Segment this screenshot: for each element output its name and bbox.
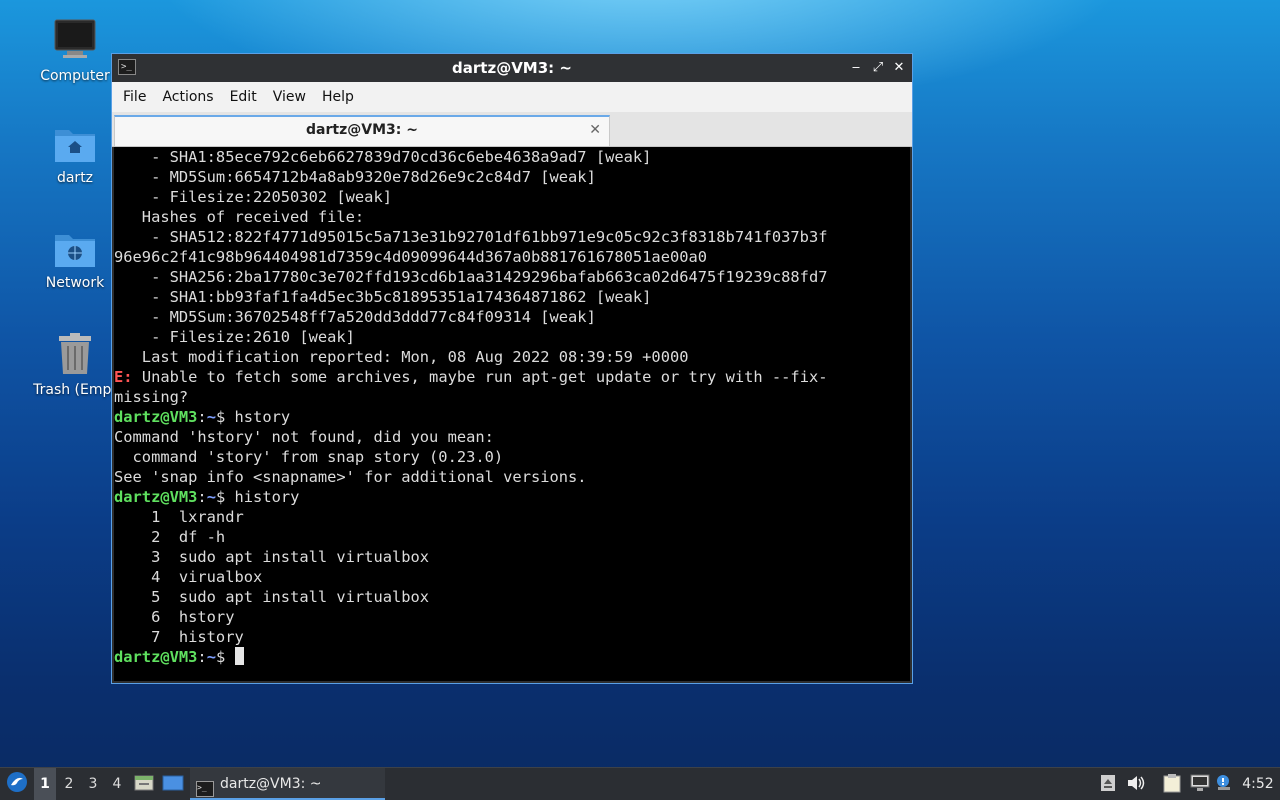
- terminal-line: - Filesize:22050302 [weak]: [114, 188, 392, 206]
- menu-edit[interactable]: Edit: [223, 89, 264, 105]
- terminal-line: missing?: [114, 388, 189, 406]
- notification-button[interactable]: [1214, 768, 1234, 800]
- desktop-icon-home[interactable]: dartz: [25, 124, 125, 186]
- prompt-path: ~: [206, 648, 216, 666]
- tab-close-icon[interactable]: ✕: [589, 117, 601, 144]
- computer-icon: [54, 19, 96, 58]
- prompt-symbol: $: [215, 488, 226, 506]
- start-menu-button[interactable]: [2, 768, 32, 800]
- text-cursor: [234, 647, 244, 665]
- desktop-icon-network[interactable]: Network: [25, 229, 125, 291]
- terminal-window: >_ dartz@VM3: ~ ‒ ⤢ ✕ File Actions Edit …: [111, 53, 913, 684]
- workspace-3[interactable]: 3: [82, 768, 104, 800]
- volume-button[interactable]: [1124, 768, 1148, 800]
- desktop-icon-label: Network: [45, 275, 105, 291]
- prompt-path: ~: [206, 408, 216, 426]
- history-entry: 4 virualbox: [114, 568, 263, 586]
- menu-file[interactable]: File: [116, 89, 153, 105]
- info-notification-icon: [1217, 775, 1230, 790]
- desktop-icon-computer[interactable]: Computer: [25, 18, 125, 84]
- network-button[interactable]: [1188, 768, 1212, 800]
- terminal-line: - SHA256:2ba17780c3e702ffd193cd6b1aa3142…: [114, 268, 828, 286]
- trash-icon: [59, 333, 91, 374]
- desktop-icon: [162, 775, 184, 791]
- prompt-user: dartz@VM3: [114, 488, 198, 506]
- terminal-line: command 'story' from snap story (0.23.0): [114, 448, 504, 466]
- menu-bar: File Actions Edit View Help: [112, 82, 912, 112]
- file-manager-icon: [134, 775, 154, 791]
- tab-terminal[interactable]: dartz@VM3: ~ ✕: [114, 115, 610, 146]
- terminal-line: 96e96c2f41c98b964404981d7359c4d09099644d…: [114, 248, 708, 266]
- show-desktop-launcher[interactable]: [160, 768, 186, 800]
- terminal-line: - MD5Sum:6654712b4a8ab9320e78d26e9c2c84d…: [114, 168, 596, 186]
- prompt-line: dartz@VM3:~$ history: [114, 488, 300, 506]
- terminal-icon: >_: [118, 59, 136, 75]
- command-text: history: [225, 488, 300, 506]
- prompt-line: dartz@VM3:~$ hstory: [114, 408, 291, 426]
- terminal-line: - MD5Sum:36702548ff7a520dd3ddd77c84f0931…: [114, 308, 596, 326]
- menu-view[interactable]: View: [266, 89, 313, 105]
- error-line: E: Unable to fetch some archives, maybe …: [114, 367, 910, 387]
- desktop-icon-label: Computer: [40, 68, 110, 84]
- clipboard-icon: [1163, 774, 1181, 793]
- terminal-line: Hashes of received file:: [114, 208, 365, 226]
- minimize-button[interactable]: ‒: [846, 54, 866, 82]
- prompt-symbol: $: [215, 648, 226, 666]
- workspace-2[interactable]: 2: [58, 768, 80, 800]
- history-entry: 3 sudo apt install virtualbox: [114, 548, 430, 566]
- file-manager-launcher[interactable]: [132, 768, 156, 800]
- error-prefix: E:: [114, 368, 133, 386]
- terminal-line: - SHA1:85ece792c6eb6627839d70cd36c6ebe46…: [114, 148, 652, 166]
- clock[interactable]: 4:52: [1240, 768, 1276, 800]
- window-titlebar[interactable]: >_ dartz@VM3: ~ ‒ ⤢ ✕: [112, 54, 912, 82]
- workspace-1[interactable]: 1: [34, 768, 56, 800]
- history-entry: 7 history: [114, 628, 244, 646]
- prompt-user: dartz@VM3: [114, 648, 198, 666]
- network-monitor-icon: [1190, 774, 1210, 791]
- home-folder-icon: [55, 130, 95, 162]
- terminal-output[interactable]: - SHA1:85ece792c6eb6627839d70cd36c6ebe46…: [114, 147, 910, 681]
- close-button[interactable]: ✕: [889, 54, 909, 82]
- history-entry: 2 df -h: [114, 528, 226, 546]
- window-title: dartz@VM3: ~: [452, 59, 572, 77]
- terminal-line: - Filesize:2610 [weak]: [114, 328, 355, 346]
- menu-help[interactable]: Help: [315, 89, 361, 105]
- clipboard-button[interactable]: [1160, 768, 1184, 800]
- error-text: Unable to fetch some archives, maybe run…: [132, 368, 828, 386]
- eject-icon: [1101, 775, 1115, 791]
- speaker-icon: [1128, 776, 1145, 790]
- prompt-path: ~: [206, 488, 216, 506]
- maximize-button[interactable]: ⤢: [868, 54, 888, 82]
- command-text: hstory: [225, 408, 291, 426]
- tray-show-hidden[interactable]: [1098, 768, 1118, 800]
- terminal-line: See 'snap info <snapname>' for additiona…: [114, 468, 587, 486]
- terminal-icon: >_: [196, 781, 214, 797]
- terminal-line: - SHA512:822f4771d95015c5a713e31b92701df…: [114, 228, 828, 246]
- lubuntu-logo-icon: [7, 772, 27, 792]
- terminal-line: - SHA1:bb93faf1fa4d5ec3b5c81895351a17436…: [114, 288, 652, 306]
- terminal-line: Command 'hstory' not found, did you mean…: [114, 428, 494, 446]
- prompt-line: dartz@VM3:~$: [114, 647, 910, 667]
- task-label: dartz@VM3: ~: [220, 776, 322, 792]
- network-folder-icon: [55, 235, 95, 267]
- tab-bar: dartz@VM3: ~ ✕: [112, 112, 912, 147]
- history-entry: 5 sudo apt install virtualbox: [114, 588, 430, 606]
- taskbar-task-terminal[interactable]: >_ dartz@VM3: ~: [190, 768, 385, 800]
- history-entry: 6 hstory: [114, 608, 235, 626]
- terminal-line: Last modification reported: Mon, 08 Aug …: [114, 348, 689, 366]
- taskbar: 1 2 3 4 >_ dartz@VM3: ~ 4:52: [0, 767, 1280, 800]
- prompt-user: dartz@VM3: [114, 408, 198, 426]
- tab-label: dartz@VM3: ~: [306, 122, 418, 138]
- history-entry: 1 lxrandr: [114, 508, 244, 526]
- prompt-symbol: $: [215, 408, 226, 426]
- desktop-icon-label: dartz: [56, 170, 94, 186]
- workspace-4[interactable]: 4: [106, 768, 128, 800]
- menu-actions[interactable]: Actions: [155, 89, 220, 105]
